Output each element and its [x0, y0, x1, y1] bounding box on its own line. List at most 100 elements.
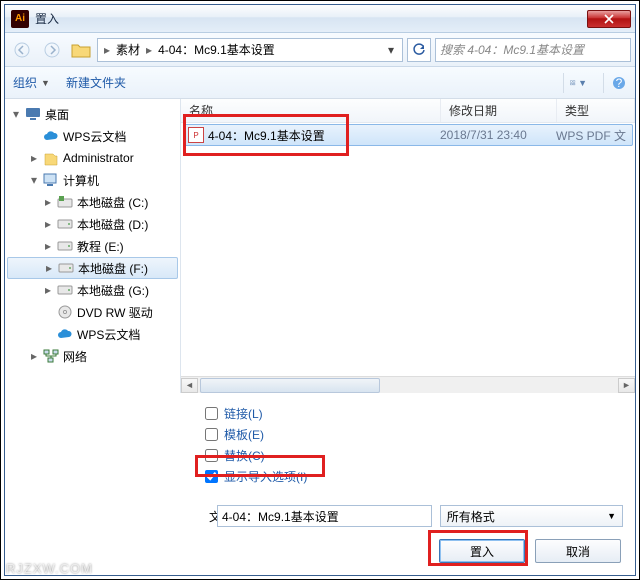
view-mode-button[interactable]: ▼ — [563, 73, 587, 93]
tree-item[interactable]: ▸ 本地磁盘 (C:) — [5, 191, 180, 213]
cancel-button[interactable]: 取消 — [535, 539, 621, 563]
organize-menu[interactable]: 组织▼ — [13, 74, 50, 91]
tree-item[interactable]: ▸ 教程 (E:) — [5, 235, 180, 257]
expand-arrow-icon[interactable]: ▸ — [43, 195, 53, 209]
desktop-icon — [25, 106, 41, 122]
main-area: ▾ 桌面 WPS云文档 ▸Administrator ▾ 计算机 ▸ 本地磁盘 (C:) ▸ 本地… — [5, 99, 635, 393]
tree-item[interactable]: ▸ 本地磁盘 (F:) — [7, 257, 178, 279]
folder-icon — [69, 39, 93, 61]
col-name[interactable]: 名称 — [181, 99, 441, 122]
tree-label: WPS云文档 — [63, 128, 126, 145]
arrow-left-icon — [14, 42, 30, 58]
file-type: WPS PDF 文 — [556, 127, 632, 144]
user-icon — [43, 150, 59, 166]
drive-icon — [57, 216, 73, 232]
chevron-down-icon: ▼ — [41, 78, 50, 88]
drive-win-icon — [57, 194, 73, 210]
column-headers: 名称 修改日期 类型 — [181, 99, 635, 123]
breadcrumb-part[interactable]: 4-04：Mc9.1基本设置 — [154, 41, 279, 58]
close-icon — [604, 14, 614, 24]
expand-arrow-icon[interactable]: ▸ — [43, 217, 53, 231]
place-dialog: Ai 置入 ▸ 素材 ▸ 4-04：Mc9.1基本设置 ▾ 搜索 4-04：Mc… — [4, 4, 636, 576]
link-checkbox[interactable]: 链接(L) — [205, 405, 627, 422]
tree-item[interactable]: ▸ 本地磁盘 (D:) — [5, 213, 180, 235]
template-checkbox[interactable]: 模板(E) — [205, 426, 627, 443]
search-input[interactable]: 搜索 4-04：Mc9.1基本设置 — [435, 38, 631, 62]
bottom-bar: 文件名(N): 所有格式 ▼ 置入 取消 — [5, 497, 635, 575]
network-icon — [43, 348, 59, 364]
nav-forward-button[interactable] — [39, 38, 65, 62]
expand-arrow-icon[interactable]: ▸ — [43, 239, 53, 253]
tree-item[interactable]: ▸Administrator — [5, 147, 180, 169]
app-ai-icon: Ai — [11, 10, 29, 28]
expand-arrow-icon[interactable]: ▸ — [29, 151, 39, 165]
scroll-thumb[interactable] — [200, 378, 380, 393]
cloud-icon — [43, 128, 59, 144]
expand-arrow-icon[interactable]: ▸ — [43, 283, 53, 297]
tree-label: 本地磁盘 (F:) — [78, 260, 148, 277]
chevron-down-icon: ▼ — [607, 511, 616, 521]
tree-item[interactable]: WPS云文档 — [5, 323, 180, 345]
tree-label: 桌面 — [45, 106, 69, 123]
expand-arrow-icon[interactable]: ▸ — [29, 349, 39, 363]
dvd-icon — [57, 304, 73, 320]
nav-back-button[interactable] — [9, 38, 35, 62]
drive-icon — [57, 282, 73, 298]
breadcrumb[interactable]: ▸ 素材 ▸ 4-04：Mc9.1基本设置 ▾ — [97, 38, 403, 62]
breadcrumb-part[interactable]: 素材 — [112, 41, 144, 58]
tree-label: DVD RW 驱动 — [77, 304, 153, 321]
tree-item[interactable]: ▸ 本地磁盘 (G:) — [5, 279, 180, 301]
search-placeholder: 搜索 4-04：Mc9.1基本设置 — [440, 41, 584, 58]
tree-label: 网络 — [63, 348, 87, 365]
import-options: 链接(L) 模板(E) 替换(C) 显示导入选项(I) — [5, 393, 635, 497]
expand-arrow-icon[interactable]: ▸ — [44, 261, 54, 275]
navbar: ▸ 素材 ▸ 4-04：Mc9.1基本设置 ▾ 搜索 4-04：Mc9.1基本设… — [5, 33, 635, 67]
tree-item[interactable]: ▾ 计算机 — [5, 169, 180, 191]
format-dropdown[interactable]: 所有格式 ▼ — [440, 505, 623, 527]
new-folder-button[interactable]: 新建文件夹 — [66, 74, 126, 91]
file-row[interactable]: P4-04：Mc9.1基本设置2018/7/31 23:40WPS PDF 文 — [183, 124, 633, 146]
folder-tree[interactable]: ▾ 桌面 WPS云文档 ▸Administrator ▾ 计算机 ▸ 本地磁盘 (C:) ▸ 本地… — [5, 99, 181, 393]
pdf-file-icon: P — [188, 127, 204, 143]
file-list[interactable]: P4-04：Mc9.1基本设置2018/7/31 23:40WPS PDF 文 — [181, 123, 635, 376]
toolbar: 组织▼ 新建文件夹 ▼ ? — [5, 67, 635, 99]
tree-label: 教程 (E:) — [77, 238, 124, 255]
expand-arrow-icon[interactable]: ▾ — [11, 107, 21, 121]
col-date[interactable]: 修改日期 — [441, 99, 557, 122]
help-button[interactable]: ? — [603, 73, 627, 93]
cloud-icon — [57, 326, 73, 342]
tree-item[interactable]: DVD RW 驱动 — [5, 301, 180, 323]
close-button[interactable] — [587, 10, 631, 28]
expand-arrow-icon[interactable]: ▾ — [29, 173, 39, 187]
replace-checkbox[interactable]: 替换(C) — [205, 447, 627, 464]
refresh-button[interactable] — [407, 38, 431, 62]
tree-item[interactable]: WPS云文档 — [5, 125, 180, 147]
file-pane: 名称 修改日期 类型 P4-04：Mc9.1基本设置2018/7/31 23:4… — [181, 99, 635, 393]
filename-label: 文件名(N): — [89, 508, 209, 525]
place-button[interactable]: 置入 — [439, 539, 525, 563]
refresh-icon — [412, 43, 426, 57]
window-title: 置入 — [35, 10, 587, 27]
show-import-options-checkbox[interactable]: 显示导入选项(I) — [205, 468, 627, 485]
drive-icon — [57, 238, 73, 254]
chevron-icon: ▸ — [102, 43, 112, 57]
help-icon: ? — [612, 76, 626, 90]
titlebar: Ai 置入 — [5, 5, 635, 33]
tree-label: 本地磁盘 (C:) — [77, 194, 148, 211]
tree-item[interactable]: ▾ 桌面 — [5, 103, 180, 125]
view-icon — [570, 76, 576, 90]
computer-icon — [43, 172, 59, 188]
watermark: RJZXW.COM — [6, 561, 93, 576]
col-type[interactable]: 类型 — [557, 99, 635, 122]
breadcrumb-dropdown[interactable]: ▾ — [384, 43, 398, 57]
tree-label: 本地磁盘 (G:) — [77, 282, 149, 299]
horizontal-scrollbar[interactable]: ◄ ► — [181, 376, 635, 393]
scroll-right-icon[interactable]: ► — [618, 378, 635, 393]
svg-text:?: ? — [615, 76, 622, 90]
scroll-left-icon[interactable]: ◄ — [181, 378, 198, 393]
tree-label: 计算机 — [63, 172, 99, 189]
filename-input[interactable] — [217, 505, 432, 527]
tree-item[interactable]: ▸ 网络 — [5, 345, 180, 367]
drive-icon — [58, 260, 74, 276]
tree-label: 本地磁盘 (D:) — [77, 216, 148, 233]
